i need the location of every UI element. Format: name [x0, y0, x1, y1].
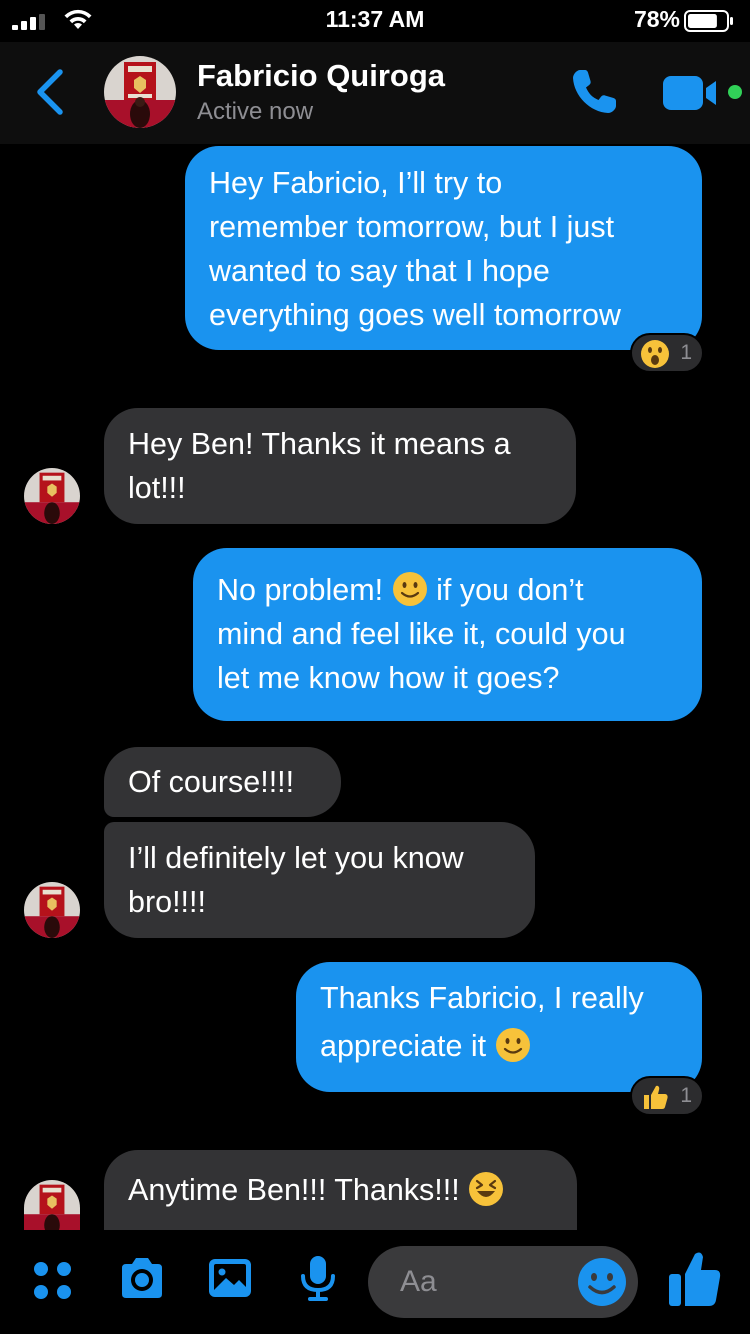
- astonished-face-icon: [641, 340, 669, 368]
- battery-percentage: 78%: [633, 6, 680, 32]
- message-line: I’ll definitely let you know: [128, 841, 464, 875]
- camera-icon[interactable]: [116, 1252, 168, 1304]
- thumbs-up-icon: [644, 1085, 668, 1109]
- sent-message-bubble[interactable]: Thanks Fabricio, I really appreciate it: [296, 962, 702, 1092]
- slightly-smiling-face-icon: [495, 1027, 530, 1062]
- message-line: appreciate it: [320, 1020, 678, 1072]
- message-line: lot!!!: [128, 471, 186, 505]
- contact-avatar[interactable]: [104, 56, 176, 128]
- video-call-icon[interactable]: [662, 74, 724, 112]
- slightly-smiling-face-icon: [392, 571, 427, 606]
- message-line: everything goes well tomorrow: [209, 298, 621, 332]
- battery-icon: [684, 10, 733, 32]
- contact-active-status: Active now: [197, 98, 314, 125]
- message-line: let me know how it goes?: [217, 661, 560, 695]
- message-line: Thanks Fabricio, I really: [320, 981, 644, 1015]
- status-bar: 11:37 AM 78%: [0, 0, 750, 42]
- photo-gallery-icon[interactable]: [204, 1252, 256, 1304]
- message-line: mind and feel like it, could you: [217, 617, 626, 651]
- message-input[interactable]: Aa: [368, 1246, 638, 1318]
- contact-name[interactable]: Fabricio Quiroga: [197, 58, 445, 94]
- sent-message-bubble[interactable]: Hey Fabricio, I’ll try to remember tomor…: [185, 146, 702, 350]
- phone-call-icon[interactable]: [568, 66, 620, 118]
- message-text: if you don’t: [436, 573, 584, 607]
- message-composer: Aa: [0, 1230, 750, 1334]
- message-reaction[interactable]: 1: [630, 1076, 704, 1116]
- grinning-squinting-face-icon: [469, 1171, 504, 1206]
- message-text: No problem!: [217, 573, 384, 607]
- active-status-dot: [728, 85, 742, 99]
- message-line: Hey Ben! Thanks it means a: [128, 427, 511, 461]
- message-line: remember tomorrow, but I just: [209, 210, 615, 244]
- contact-avatar-small[interactable]: [24, 1180, 80, 1230]
- microphone-icon[interactable]: [292, 1252, 344, 1304]
- back-chevron-icon[interactable]: [30, 66, 70, 118]
- contact-avatar-small[interactable]: [24, 882, 80, 938]
- message-line: Hey Fabricio, I’ll try to: [209, 166, 503, 200]
- message-text: appreciate it: [320, 1029, 487, 1063]
- message-line: bro!!!!: [128, 885, 206, 919]
- received-message-bubble[interactable]: Of course!!!!: [104, 747, 341, 817]
- message-line: No problem! if you don’t: [217, 568, 678, 612]
- conversation-header: Fabricio Quiroga Active now: [0, 42, 750, 144]
- message-line: Of course!!!!: [128, 765, 295, 799]
- received-message-bubble[interactable]: Anytime Ben!!! Thanks!!!: [104, 1150, 577, 1230]
- thumbs-up-icon[interactable]: [666, 1248, 722, 1308]
- message-line: wanted to say that I hope: [209, 254, 550, 288]
- contact-avatar-small[interactable]: [24, 468, 80, 524]
- received-message-bubble[interactable]: I’ll definitely let you know bro!!!!: [104, 822, 535, 938]
- message-reaction[interactable]: 1: [630, 333, 704, 373]
- received-message-bubble[interactable]: Hey Ben! Thanks it means a lot!!!: [104, 408, 576, 524]
- more-apps-icon[interactable]: [28, 1252, 80, 1304]
- emoji-picker-icon[interactable]: [576, 1256, 628, 1308]
- sent-message-bubble[interactable]: No problem! if you don’t mind and feel l…: [193, 548, 702, 721]
- reaction-count: 1: [680, 1084, 692, 1107]
- reaction-count: 1: [680, 341, 692, 364]
- message-input-placeholder: Aa: [400, 1265, 437, 1298]
- message-text: Anytime Ben!!! Thanks!!!: [128, 1173, 460, 1207]
